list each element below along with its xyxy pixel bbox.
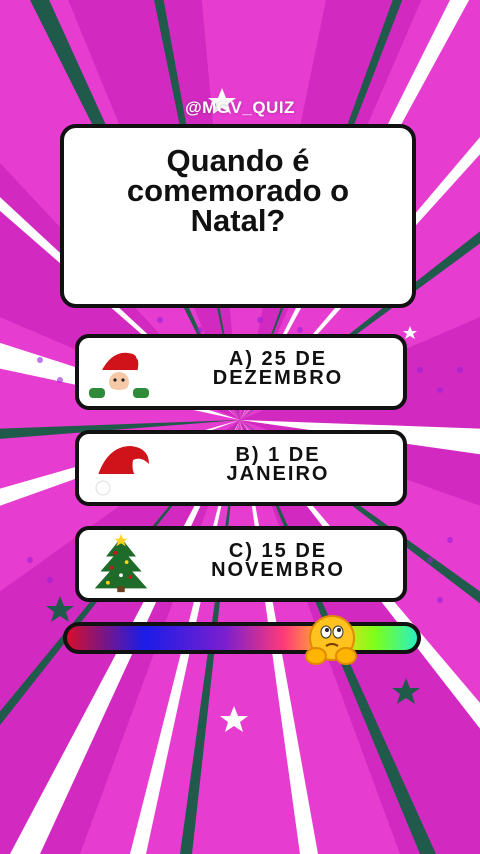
answer-b-line-2: JANEIRO — [226, 463, 330, 485]
answer-c-label: C) 15 DE NOVEMBRO — [159, 541, 397, 581]
question-line-1: Quando é — [166, 143, 310, 178]
christmas-tree-icon — [94, 534, 148, 593]
answer-b-button[interactable]: B) 1 DE JANEIRO — [75, 430, 407, 506]
answer-a-line-2: DEZEMBRO — [212, 367, 344, 389]
answer-c-line-2: NOVEMBRO — [211, 559, 345, 581]
thinking-emoji-icon — [304, 615, 357, 665]
question-card: Quando é comemorado o Natal? — [60, 124, 416, 308]
timer-bar — [63, 622, 421, 654]
answer-a-label: A) 25 DE DEZEMBRO — [159, 349, 397, 389]
question-line-3: Natal? — [190, 203, 286, 238]
answer-c-button[interactable]: C) 15 DE NOVEMBRO — [75, 526, 407, 602]
answer-b-label: B) 1 DE JANEIRO — [159, 445, 397, 485]
santa-hat-icon — [93, 446, 149, 496]
question-line-2: comemorado o — [126, 173, 350, 208]
santa-claus-icon — [89, 351, 149, 398]
question-text: Quando é comemorado o Natal? — [76, 143, 400, 238]
watermark: @MGV_QUIZ — [185, 98, 295, 117]
answer-a-button[interactable]: A) 25 DE DEZEMBRO — [75, 334, 407, 410]
